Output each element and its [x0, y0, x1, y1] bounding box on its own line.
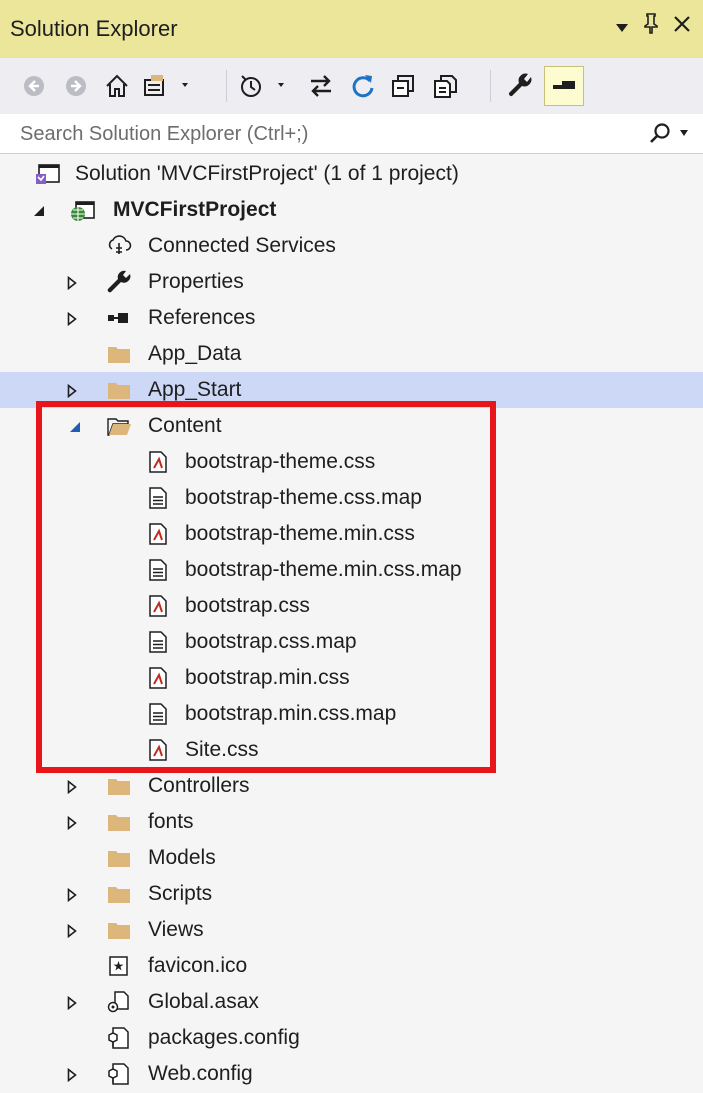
expanded-arrow-icon[interactable] [30, 202, 48, 220]
css-file-icon [145, 522, 171, 546]
tree-item-file[interactable]: bootstrap.css.map [0, 624, 703, 660]
switch-views-icon[interactable] [142, 72, 200, 100]
tree-item-content[interactable]: Content [0, 408, 703, 444]
tree-item-file[interactable]: bootstrap-theme.min.css.map [0, 552, 703, 588]
tree-item-file[interactable]: bootstrap.css [0, 588, 703, 624]
search-box[interactable]: Search Solution Explorer (Ctrl+;) [0, 114, 703, 154]
tree-item-file[interactable]: bootstrap.min.css [0, 660, 703, 696]
tree-item-global-asax[interactable]: Global.asax [0, 984, 703, 1020]
tree-item-app-data[interactable]: App_Data [0, 336, 703, 372]
text-file-icon [145, 630, 171, 654]
text-file-icon [145, 558, 171, 582]
show-all-files-icon[interactable] [430, 72, 460, 100]
pin-icon[interactable] [643, 12, 659, 40]
web-project-icon [70, 198, 96, 222]
pending-changes-icon[interactable] [238, 72, 296, 100]
tree-item-views[interactable]: Views [0, 912, 703, 948]
tree-item-connected-services[interactable]: Connected Services [0, 228, 703, 264]
forward-icon[interactable] [62, 72, 90, 100]
collapsed-arrow-icon[interactable] [63, 886, 81, 904]
collapsed-arrow-icon[interactable] [63, 922, 81, 940]
tree-item-fonts[interactable]: fonts [0, 804, 703, 840]
tree-item-file[interactable]: bootstrap-theme.css [0, 444, 703, 480]
tree-item-solution[interactable]: Solution 'MVCFirstProject' (1 of 1 proje… [0, 156, 703, 192]
tree-item-file[interactable]: Site.css [0, 732, 703, 768]
home-icon[interactable] [102, 72, 132, 100]
expanded-arrow-icon[interactable] [66, 418, 84, 436]
text-file-icon [145, 486, 171, 510]
folder-icon [106, 774, 132, 798]
back-icon[interactable] [20, 72, 48, 100]
collapse-all-icon[interactable] [388, 72, 418, 100]
solution-tree: Solution 'MVCFirstProject' (1 of 1 proje… [0, 154, 703, 1093]
collapsed-arrow-icon[interactable] [63, 994, 81, 1012]
tree-item-favicon[interactable]: favicon.ico [0, 948, 703, 984]
tree-item-packages-config[interactable]: packages.config [0, 1020, 703, 1056]
folder-icon [106, 882, 132, 906]
tree-item-file[interactable]: bootstrap-theme.min.css [0, 516, 703, 552]
css-file-icon [145, 450, 171, 474]
wrench-icon [106, 270, 132, 294]
tree-item-scripts[interactable]: Scripts [0, 876, 703, 912]
tree-item-models[interactable]: Models [0, 840, 703, 876]
css-file-icon [145, 594, 171, 618]
tree-item-project[interactable]: MVCFirstProject [0, 192, 703, 228]
config-file-icon [106, 1062, 132, 1086]
css-file-icon [145, 666, 171, 690]
search-input[interactable]: Search Solution Explorer (Ctrl+;) [20, 123, 308, 146]
text-file-icon [145, 702, 171, 726]
tree-item-app-start[interactable]: App_Start [0, 372, 703, 408]
collapsed-arrow-icon[interactable] [63, 778, 81, 796]
tree-item-controllers[interactable]: Controllers [0, 768, 703, 804]
refresh-icon[interactable] [348, 72, 378, 100]
window-title: Solution Explorer [10, 16, 178, 41]
title-bar: Solution Explorer [0, 0, 703, 58]
config-file-icon [106, 1026, 132, 1050]
tree-item-file[interactable]: bootstrap.min.css.map [0, 696, 703, 732]
connected-services-icon [106, 234, 132, 258]
folder-icon [106, 810, 132, 834]
folder-open-icon [106, 414, 132, 438]
collapsed-arrow-icon[interactable] [63, 1066, 81, 1084]
tree-item-file[interactable]: bootstrap-theme.css.map [0, 480, 703, 516]
triangle-down-icon[interactable] [615, 13, 629, 39]
solution-icon [35, 162, 61, 186]
css-file-icon [145, 738, 171, 762]
references-icon [106, 306, 132, 330]
close-icon[interactable] [673, 13, 691, 39]
collapsed-arrow-icon[interactable] [63, 814, 81, 832]
tree-item-web-config[interactable]: Web.config [0, 1056, 703, 1092]
folder-icon [106, 342, 132, 366]
collapsed-arrow-icon[interactable] [63, 382, 81, 400]
collapsed-arrow-icon[interactable] [63, 310, 81, 328]
folder-icon [106, 846, 132, 870]
collapsed-arrow-icon[interactable] [63, 274, 81, 292]
folder-icon [106, 378, 132, 402]
preview-icon[interactable] [544, 66, 584, 106]
tree-item-references[interactable]: References [0, 300, 703, 336]
image-file-icon [106, 954, 132, 978]
folder-icon [106, 918, 132, 942]
sync-icon[interactable] [306, 72, 336, 100]
tree-item-properties[interactable]: Properties [0, 264, 703, 300]
asax-file-icon [106, 990, 132, 1014]
toolbar [0, 58, 703, 115]
properties-icon[interactable] [504, 72, 536, 100]
search-icon[interactable] [649, 122, 689, 144]
